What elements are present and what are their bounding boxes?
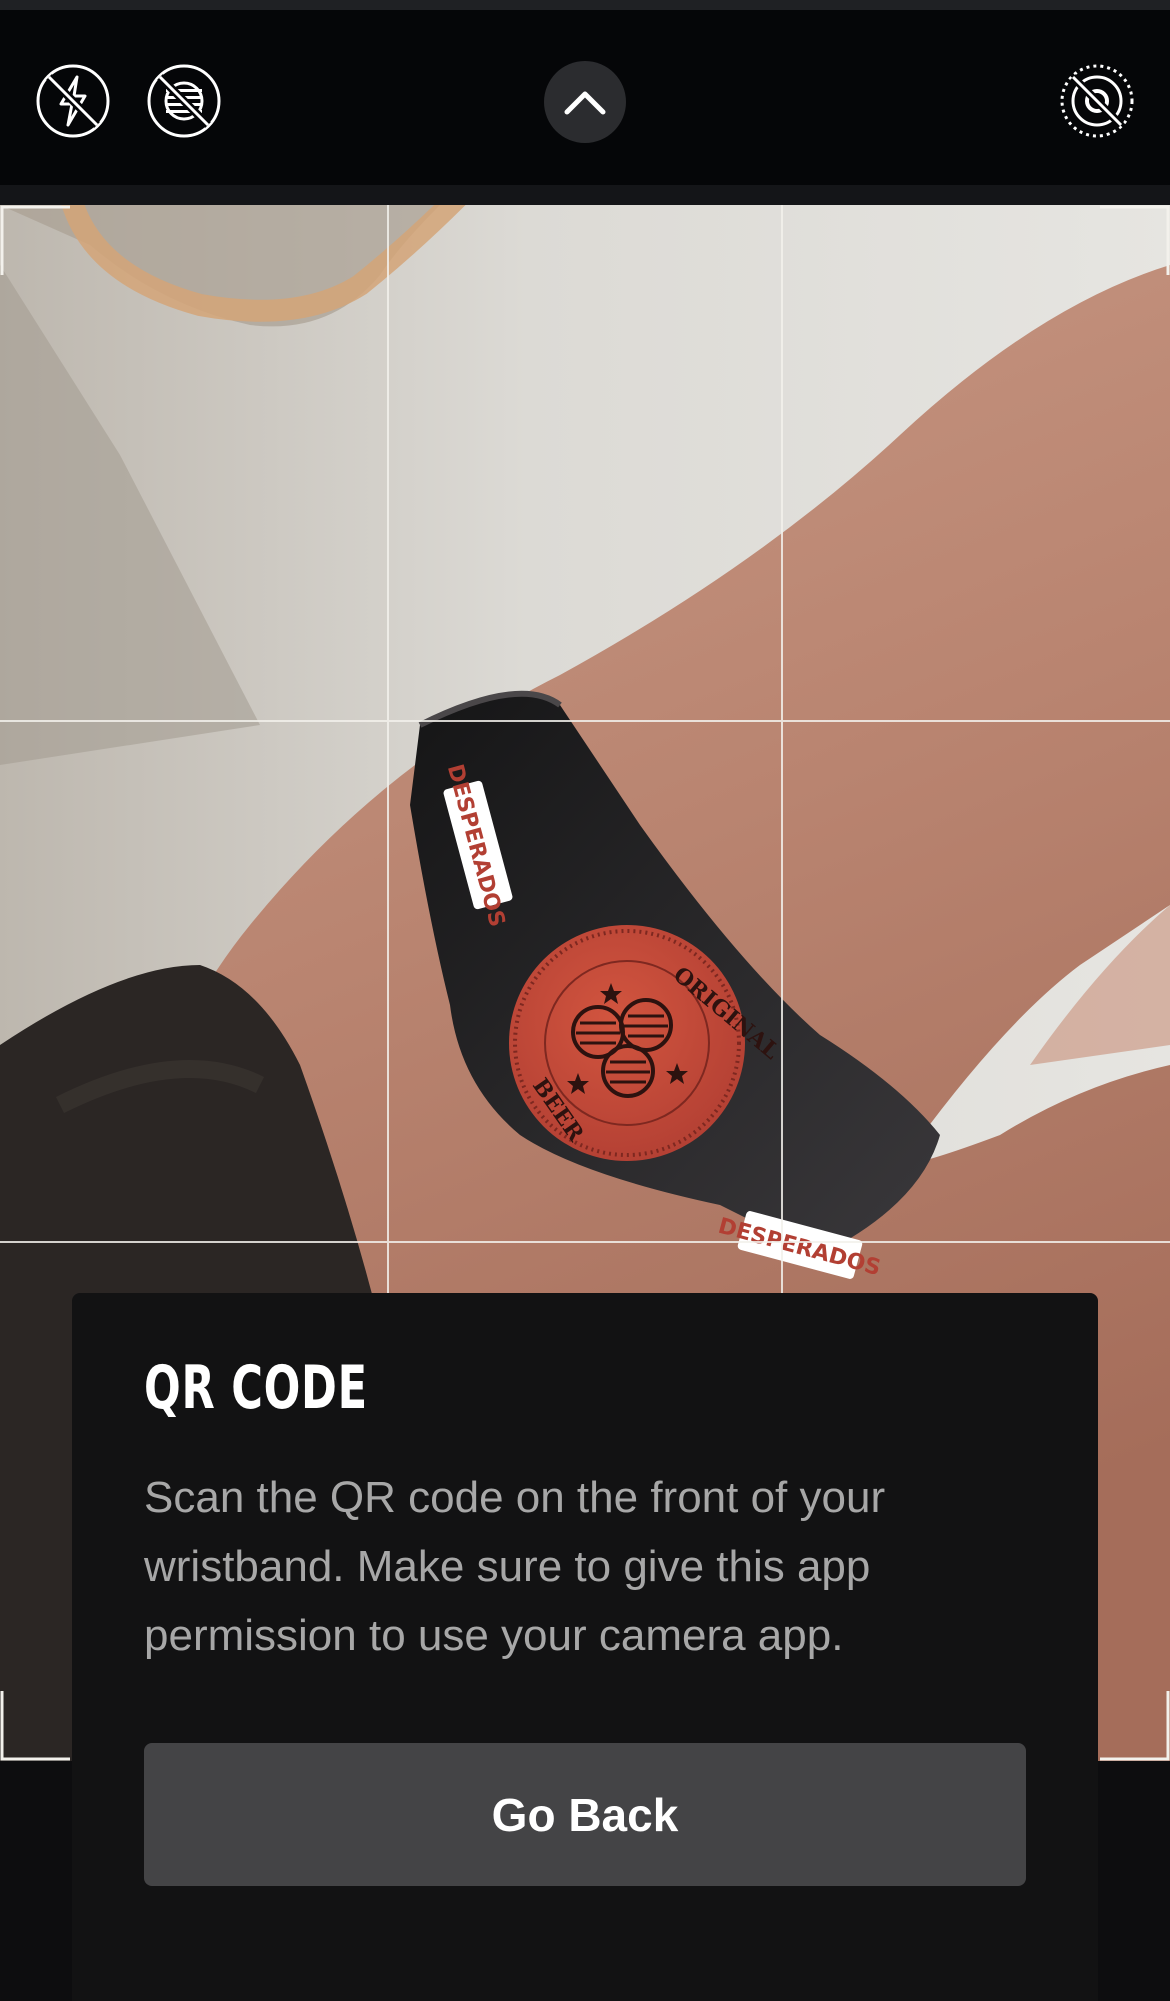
go-back-button[interactable]: Go Back [144,1743,1026,1886]
expand-camera-controls-button[interactable] [544,61,626,143]
macro-off-icon [1060,64,1134,138]
macro-toggle-button[interactable] [1059,63,1135,139]
chevron-up-icon [564,91,606,115]
toolbar-top-rule [0,0,1170,10]
flash-off-icon [36,64,110,138]
qr-instructions-panel: QR CODE Scan the QR code on the front of… [72,1293,1098,2001]
camera-toolbar [0,0,1170,205]
live-photo-toggle-button[interactable] [146,63,222,139]
panel-instructions-text: Scan the QR code on the front of your wr… [144,1473,886,1660]
flash-toggle-button[interactable] [35,63,111,139]
panel-title: QR CODE [144,1353,368,1423]
live-photo-off-icon [147,64,221,138]
toolbar-bottom-edge [0,185,1170,205]
